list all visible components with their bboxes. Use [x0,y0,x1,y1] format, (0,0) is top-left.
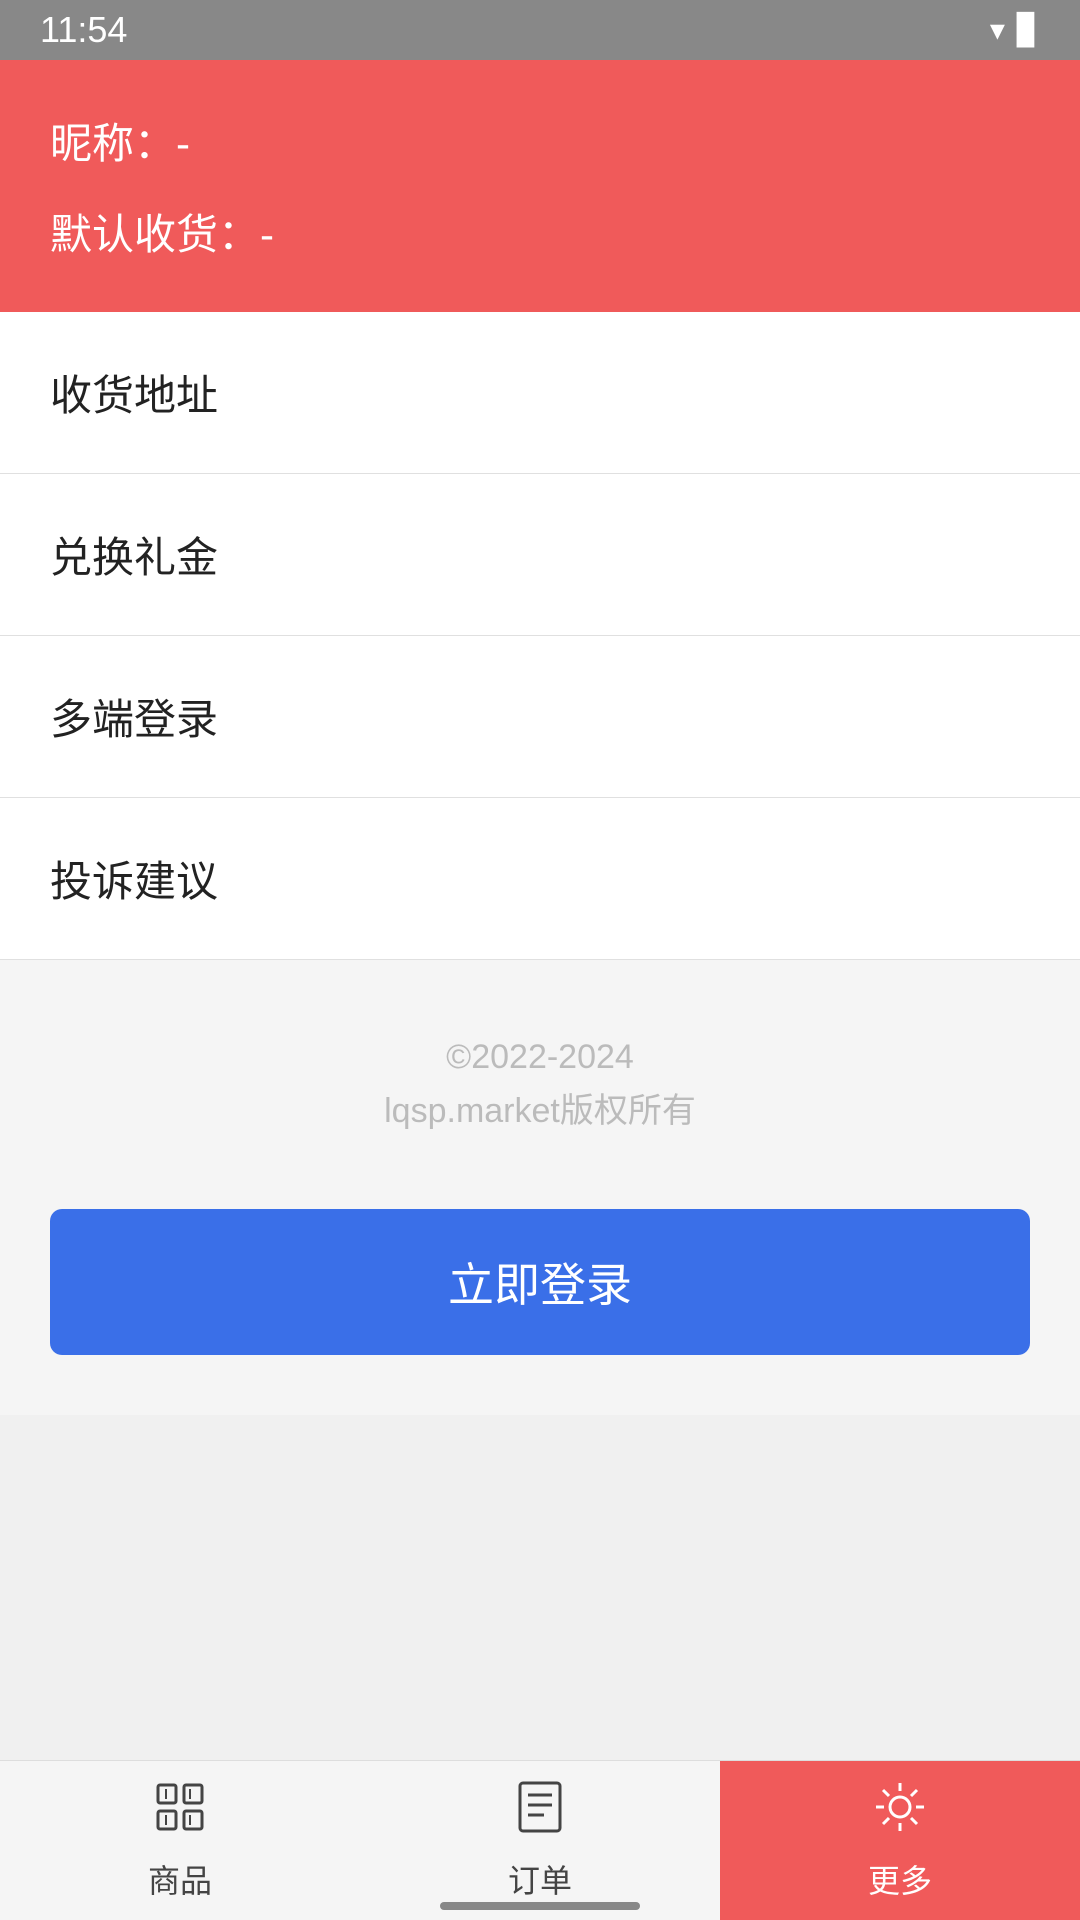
home-indicator [440,1902,640,1910]
wifi-icon: ▾ [990,13,1005,48]
signal-icon: ▊ [1017,13,1040,48]
more-icon [872,1779,928,1848]
nav-label-products: 商品 [148,1856,212,1902]
menu-item-label-multi-login: 多端登录 [50,686,218,747]
orders-icon [512,1779,568,1848]
nav-item-products[interactable]: 商品 [0,1761,360,1920]
copyright-line1: ©2022-2024 [40,1030,1040,1084]
login-button[interactable]: 立即登录 [50,1209,1030,1355]
address-value: - [260,211,274,258]
status-bar: 11:54 ▾ ▊ [0,0,1080,60]
menu-item-shipping-address[interactable]: 收货地址 [0,312,1080,474]
copyright-line2: lqsp.market版权所有 [40,1084,1040,1138]
menu-list: 收货地址 兑换礼金 多端登录 投诉建议 [0,312,1080,960]
nav-item-more[interactable]: 更多 [720,1761,1080,1920]
status-time: 11:54 [40,9,127,51]
nav-item-orders[interactable]: 订单 [360,1761,720,1920]
menu-item-redeem-gift[interactable]: 兑换礼金 [0,474,1080,636]
nav-label-orders: 订单 [508,1856,572,1902]
menu-item-label-complaint: 投诉建议 [50,848,218,909]
bottom-nav: 商品 订单 更多 [0,1760,1080,1920]
profile-header: 昵称：- 默认收货：- [0,60,1080,312]
products-icon [152,1779,208,1848]
menu-item-complaint[interactable]: 投诉建议 [0,798,1080,960]
address-label: 默认收货： [50,211,260,258]
copyright-area: ©2022-2024 lqsp.market版权所有 [0,960,1080,1189]
login-btn-area: 立即登录 [0,1189,1080,1415]
status-icons: ▾ ▊ [990,13,1040,48]
profile-address: 默认收货：- [50,201,1030,262]
menu-item-label-redeem-gift: 兑换礼金 [50,524,218,585]
nickname-label: 昵称： [50,120,176,167]
nav-label-more: 更多 [868,1856,932,1902]
nickname-value: - [176,120,190,167]
menu-item-label-shipping-address: 收货地址 [50,362,218,423]
profile-nickname: 昵称：- [50,110,1030,171]
menu-item-multi-login[interactable]: 多端登录 [0,636,1080,798]
copyright-text: ©2022-2024 lqsp.market版权所有 [40,1030,1040,1139]
